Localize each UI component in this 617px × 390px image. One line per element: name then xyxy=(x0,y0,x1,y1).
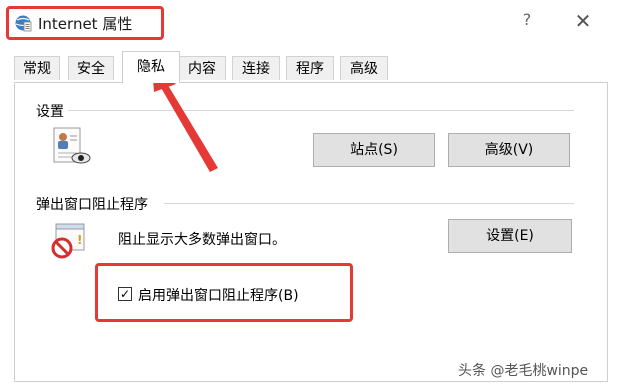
tab-content[interactable]: 内容 xyxy=(178,56,226,80)
advanced-button[interactable]: 高级(V) xyxy=(448,133,570,167)
tab-connections[interactable]: 连接 xyxy=(232,56,280,80)
settings-group-title: 设置 xyxy=(36,101,64,121)
close-button[interactable]: ✕ xyxy=(572,10,594,34)
internet-options-icon xyxy=(14,14,32,32)
popup-settings-button[interactable]: 设置(E) xyxy=(448,219,572,253)
popup-group-divider xyxy=(164,203,574,204)
tab-privacy[interactable]: 隐私 xyxy=(122,51,180,83)
tab-advanced[interactable]: 高级 xyxy=(340,56,388,80)
popup-group-title: 弹出窗口阻止程序 xyxy=(36,194,148,214)
sites-button[interactable]: 站点(S) xyxy=(313,133,435,167)
tab-security[interactable]: 安全 xyxy=(68,56,114,80)
popup-blocker-checkbox[interactable]: ✓ xyxy=(118,287,132,301)
help-button[interactable]: ? xyxy=(516,10,538,34)
privacy-settings-icon xyxy=(50,126,92,166)
popup-blocker-checkbox-label[interactable]: 启用弹出窗口阻止程序(B) xyxy=(138,285,299,305)
tab-programs[interactable]: 程序 xyxy=(286,56,334,80)
watermark-text: 头条 @老毛桃winpe xyxy=(458,363,589,379)
settings-group-divider xyxy=(68,110,574,111)
popup-blocker-icon: ! xyxy=(50,222,90,260)
tab-general[interactable]: 常规 xyxy=(14,56,60,80)
title-bar: Internet 属性 ? ✕ xyxy=(0,0,617,48)
svg-text:!: ! xyxy=(77,233,82,247)
window-title: Internet 属性 xyxy=(38,15,133,33)
popup-description: 阻止显示大多数弹出窗口。 xyxy=(118,232,286,248)
